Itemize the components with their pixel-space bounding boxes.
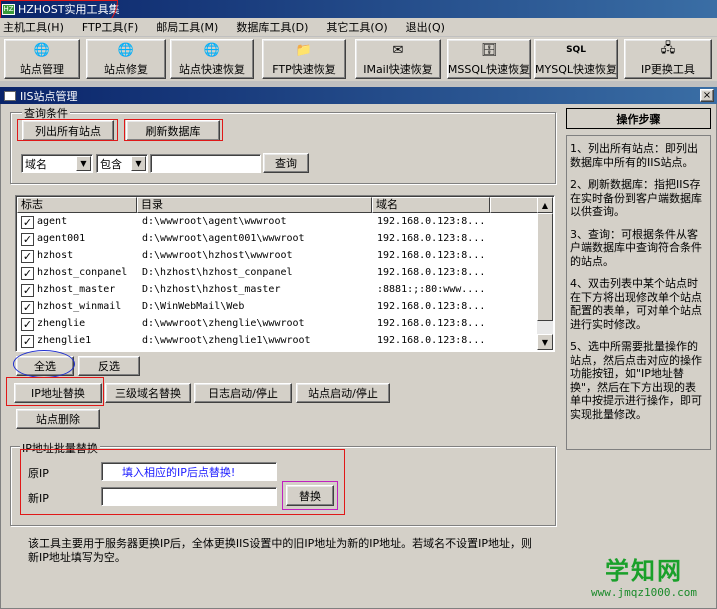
query-group-title: 查询条件 <box>22 105 70 121</box>
step-item: 2、刷新数据库：指把IIS存在实时备份到客户端数据库以供查询。 <box>570 178 702 218</box>
mail-icon: ✉ <box>392 42 404 58</box>
new-ip-label: 新IP <box>28 492 49 505</box>
globe-icon: 🌐 <box>203 42 221 58</box>
menu-ftp-tools[interactable]: FTP工具(F) <box>82 19 138 35</box>
toolbar-imail-restore-button[interactable]: ✉ IMail快速恢复 <box>355 39 441 79</box>
toolbar-site-manage-button[interactable]: 🌐 站点管理 <box>4 39 80 79</box>
toolbar-mysql-restore-button[interactable]: SQL MYSQL快速恢复 <box>534 39 618 79</box>
scroll-up-icon[interactable]: ▲ <box>537 197 553 213</box>
ftp-icon: 📁 <box>295 42 313 58</box>
operator-select[interactable]: 包含 ▼ <box>96 154 148 173</box>
log-toggle-button[interactable]: 日志启动/停止 <box>194 383 292 403</box>
step-item: 3、查询：可根据条件从客户端数据库中查询符合条件的站点。 <box>570 227 702 268</box>
query-button[interactable]: 查询 <box>263 153 309 173</box>
menu-other-tools[interactable]: 其它工具(O) <box>326 19 387 35</box>
step-item: 4、双击列表中某个站点时在下方将出现修改单个站点配置的表单，可对单个站点进行实时… <box>570 277 702 331</box>
query-value-input[interactable] <box>150 154 261 173</box>
scroll-thumb[interactable] <box>537 213 553 321</box>
row-checkbox[interactable]: ✓ <box>21 284 34 297</box>
globe-icon: 🌐 <box>33 42 51 58</box>
replace-button[interactable]: 替换 <box>286 485 334 506</box>
old-ip-input[interactable]: 填入相应的IP后点替换! <box>101 462 277 481</box>
delete-site-button[interactable]: 站点删除 <box>16 409 100 429</box>
app-title-bar: HZ HZHOST实用工具集 <box>0 0 717 18</box>
close-icon: × <box>702 89 712 101</box>
row-checkbox[interactable]: ✓ <box>21 301 34 314</box>
ip-replace-button[interactable]: IP地址替换 <box>14 383 102 403</box>
row-checkbox[interactable]: ✓ <box>21 335 34 348</box>
list-all-sites-button[interactable]: 列出所有站点 <box>22 120 114 141</box>
menu-db-tools[interactable]: 数据库工具(D) <box>236 19 308 35</box>
database-icon: 🗄 <box>480 42 498 58</box>
table-row[interactable]: ✓ agent001 d:\wwwroot\agent001\wwwroot 1… <box>17 231 539 248</box>
invert-selection-button[interactable]: 反选 <box>78 356 140 376</box>
row-checkbox[interactable]: ✓ <box>21 318 34 331</box>
window-icon <box>4 90 16 101</box>
old-ip-label: 原IP <box>28 467 49 480</box>
column-header-extra <box>490 197 540 213</box>
toolbar-mssql-restore-button[interactable]: 🗄 MSSQL快速恢复 <box>447 39 531 79</box>
toolbar: 🌐 站点管理 🌐 站点修复 🌐 站点快速恢复 📁 FTP快速恢复 ✉ IMail… <box>0 37 717 81</box>
tool-description: 该工具主要用于服务器更换IP后，全体更换IIS设置中的旧IP地址为新的IP地址。… <box>28 537 532 564</box>
watermark-logo: 学知网 <box>605 557 683 585</box>
table-row[interactable]: ✓ zhenglie1 d:\wwwroot\zhenglie1\wwwroot… <box>17 333 539 350</box>
chevron-down-icon: ▼ <box>131 156 146 171</box>
app-title: HZHOST实用工具集 <box>18 3 120 16</box>
menu-bar: 主机工具(H) FTP工具(F) 邮局工具(M) 数据库工具(D) 其它工具(O… <box>0 18 717 36</box>
column-header-flag[interactable]: 标志 <box>17 197 137 213</box>
row-checkbox[interactable]: ✓ <box>21 233 34 246</box>
toolbar-ftp-restore-button[interactable]: 📁 FTP快速恢复 <box>262 39 346 79</box>
subdomain-replace-button[interactable]: 三级域名替换 <box>105 383 191 403</box>
toolbar-site-restore-button[interactable]: 🌐 站点快速恢复 <box>170 39 254 79</box>
steps-panel: 1、列出所有站点：即列出数据库中所有的IIS站点。 2、刷新数据库：指把IIS存… <box>566 135 711 450</box>
row-checkbox[interactable]: ✓ <box>21 267 34 280</box>
step-item: 1、列出所有站点：即列出数据库中所有的IIS站点。 <box>570 142 698 169</box>
row-checkbox[interactable]: ✓ <box>21 216 34 229</box>
globe-icon: 🌐 <box>117 42 135 58</box>
window-close-button[interactable]: × <box>700 89 714 102</box>
menu-exit[interactable]: 退出(Q) <box>406 19 445 35</box>
step-item: 5、选中所需要批量操作的站点，然后点击对应的操作功能按钮，如"IP地址替换"，然… <box>570 340 702 421</box>
toolbar-site-repair-button[interactable]: 🌐 站点修复 <box>86 39 166 79</box>
table-row[interactable]: ✓ agent d:\wwwroot\agent\wwwroot 192.168… <box>17 214 539 231</box>
ip-batch-group-title: IP地址批量替换 <box>20 440 100 456</box>
menu-mail-tools[interactable]: 邮局工具(M) <box>156 19 218 35</box>
select-all-button[interactable]: 全选 <box>16 356 74 376</box>
new-ip-input[interactable] <box>101 487 277 506</box>
field-select[interactable]: 域名 ▼ <box>21 154 93 173</box>
table-row[interactable]: ✓ hzhost_master D:\hzhost\hzhost_master … <box>17 282 539 299</box>
window-title: IIS站点管理 <box>20 89 78 103</box>
watermark: 学知网 www.jmqz1000.com <box>579 551 709 603</box>
column-header-domain[interactable]: 域名 <box>372 197 490 213</box>
steps-title: 操作步骤 <box>566 108 711 129</box>
chevron-down-icon: ▼ <box>76 156 91 171</box>
refresh-db-button[interactable]: 刷新数据库 <box>126 120 220 141</box>
watermark-url: www.jmqz1000.com <box>591 586 697 599</box>
toolbar-ip-change-button[interactable]: 🖧 IP更换工具 <box>624 39 712 79</box>
site-toggle-button[interactable]: 站点启动/停止 <box>296 383 390 403</box>
ip-batch-group <box>10 446 556 526</box>
table-row[interactable]: ✓ hzhost_conpanel D:\hzhost\hzhost_conpa… <box>17 265 539 282</box>
column-header-dir[interactable]: 目录 <box>137 197 372 213</box>
sql-icon: SQL <box>566 45 586 55</box>
table-row[interactable]: ✓ hzhost_winmail D:\WinWebMail\Web 192.1… <box>17 299 539 316</box>
menu-host-tools[interactable]: 主机工具(H) <box>3 19 64 35</box>
app-icon: HZ <box>2 3 15 15</box>
site-list[interactable]: 标志 目录 域名 ✓ agent d:\wwwroot\agent\wwwroo… <box>15 195 555 352</box>
row-checkbox[interactable]: ✓ <box>21 250 34 263</box>
table-row[interactable]: ✓ hzhost d:\wwwroot\hzhost\wwwroot 192.1… <box>17 248 539 265</box>
list-scrollbar[interactable]: ▲ ▼ <box>537 197 553 350</box>
window-title-bar: IIS站点管理 <box>0 87 717 104</box>
table-row[interactable]: ✓ zhenglie d:\wwwroot\zhenglie\wwwroot 1… <box>17 316 539 333</box>
network-icon: 🖧 <box>660 41 676 56</box>
scroll-down-icon[interactable]: ▼ <box>537 334 553 350</box>
